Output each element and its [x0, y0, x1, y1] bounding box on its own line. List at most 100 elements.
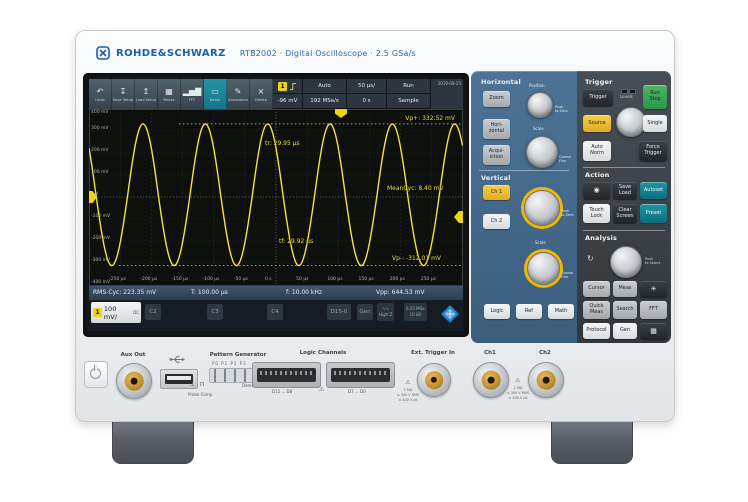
ch2-button[interactable]: Ch 2 [483, 214, 510, 229]
toolbar-save-setup-button[interactable]: ↧ Save Setup [112, 79, 135, 109]
quick-meas-button[interactable]: Quick Meas [583, 301, 610, 319]
power-button[interactable] [84, 361, 108, 388]
toolbar-demo-button[interactable]: ▭ Demo [204, 79, 227, 109]
logic-button[interactable]: Logic [484, 304, 510, 319]
intensity-button[interactable]: ☀ [640, 281, 667, 297]
time-tick-label: -250 µs [109, 277, 127, 282]
logic-connector-d15-d8 [252, 362, 321, 388]
rotate-select-icon: ↻ [587, 254, 594, 263]
toolbar-label: Annotation [228, 97, 248, 102]
trigger-slope-icon [290, 82, 296, 90]
memory-depth: 10 kB [409, 312, 422, 317]
horizontal-position-knob[interactable] [527, 92, 553, 118]
trigger-menu-button[interactable]: Trigger [583, 89, 613, 106]
trigger-source-button[interactable]: Source [583, 115, 611, 132]
acquisition-mode-cell[interactable]: Sample [387, 94, 431, 109]
ext-trigger-bnc [417, 363, 451, 397]
time-tick-label: -100 µs [202, 277, 220, 282]
toolbar-annotation-button[interactable]: ✎ Annotation [227, 79, 250, 109]
trigger-source-cell[interactable]: 1 [273, 79, 303, 94]
levels-knob-label: Levels [620, 94, 633, 99]
time-tick-label: 150 µs [358, 277, 374, 282]
measurement-rms-cyc: RMS-Cyc: 223.35 mV [93, 289, 157, 296]
save-load-button[interactable]: Save Load [613, 182, 637, 199]
logic-channels-label: Logic Channels [299, 350, 347, 356]
touch-lock-button[interactable]: Touch Lock [583, 204, 610, 223]
vertical-scale-knob[interactable] [527, 252, 560, 285]
time-tick-label: 100 µs [327, 277, 343, 282]
logic-channels-tab[interactable]: D15-0 [327, 304, 351, 320]
aux-out-label: Aux Out [120, 352, 146, 358]
math-button[interactable]: Math [548, 304, 574, 319]
preset-button[interactable]: Preset [640, 204, 667, 223]
horizontal-scale-label: Scale [533, 126, 544, 131]
warning-icon: ⚠ [515, 377, 521, 384]
section-divider [583, 167, 665, 168]
channel3-tab[interactable]: C3 [207, 304, 223, 320]
channel2-tab[interactable]: C2 [145, 304, 161, 320]
pattern-generator-label: Pattern Generator [209, 352, 267, 358]
ch2-label: Ch2 [539, 350, 551, 356]
force-trigger-button[interactable]: Force Trigger [639, 141, 667, 161]
toolbar-label: Undo [95, 97, 105, 102]
ch2-bnc [528, 362, 564, 398]
time-tick-label: 0 s [265, 277, 272, 282]
trigger-section-header: Trigger [585, 78, 613, 86]
toolbar-masks-button[interactable]: ▦ Masks [158, 79, 181, 109]
acquisition-state-cell[interactable]: Run [387, 79, 431, 94]
annotation-vp-plus: Vp+: 332.52 mV [405, 115, 455, 122]
autoset-button[interactable]: Autoset [640, 182, 667, 199]
coarse-fine-caption: Coarse Fine [559, 155, 572, 164]
voltage-tick-label: 300 mV [91, 126, 109, 131]
acquisition-button[interactable]: Acqui- sition [483, 145, 510, 165]
trigger-level-knob[interactable] [616, 107, 646, 137]
trigger-mode-cell[interactable]: Auto [303, 79, 347, 94]
acquisition-info-cell: 6.25 MSa 10 kB [404, 303, 427, 321]
fft-button[interactable]: FFT [640, 301, 667, 319]
trigger-level-cell[interactable]: -96 mV [273, 94, 303, 109]
auto-norm-button[interactable]: Auto Norm [583, 141, 611, 161]
demo-icon: ▭ [211, 86, 219, 96]
rohde-schwarz-screen-logo [441, 305, 459, 323]
meas-button[interactable]: Meas [613, 281, 637, 297]
toolbar-load-setup-button[interactable]: ↥ Load Setup [135, 79, 158, 109]
vertical-position-knob[interactable] [524, 190, 560, 226]
undo-icon: ↶ [96, 86, 104, 96]
oscilloscope-screen[interactable]: ↶ Undo ↧ Save Setup ↥ Load Setup ▦ Masks… [89, 79, 463, 331]
single-button[interactable]: Single [643, 115, 667, 132]
toolbar-delete-button[interactable]: × Delete [250, 79, 273, 109]
bnc-hole [130, 377, 138, 385]
generator-tab[interactable]: Gen [357, 304, 373, 320]
run-stop-button[interactable]: Run Stop [643, 85, 667, 109]
ref-button[interactable]: Ref [516, 304, 542, 319]
horizontal-button[interactable]: Hori- zontal [483, 119, 510, 139]
time-tick-label: -150 µs [171, 277, 189, 282]
channel4-tab[interactable]: C4 [267, 304, 283, 320]
toolbar-undo-button[interactable]: ↶ Undo [89, 79, 112, 109]
search-button[interactable]: Search [613, 301, 637, 319]
screenshot-camera-button[interactable]: ◉ [583, 182, 610, 199]
toolbar-fft-button[interactable]: ▂▅▇ FFT [181, 79, 204, 109]
timebase-cell[interactable]: 50 µs/ [347, 79, 387, 94]
masks-icon: ▦ [165, 86, 173, 96]
cursor-button[interactable]: Cursor [583, 281, 610, 297]
channel1-tab[interactable]: 1 100 mV/ DC [91, 302, 141, 323]
warning-icon: ⚠ [405, 379, 411, 386]
zoom-button[interactable]: Zoom [483, 91, 510, 107]
gen-button[interactable]: Gen [613, 323, 637, 339]
ch1-button[interactable]: Ch 1 [483, 185, 510, 200]
protocol-button[interactable]: Protocol [583, 323, 610, 339]
clear-screen-button[interactable]: Clear Screen [613, 204, 637, 223]
time-tick-label: 250 µs [420, 277, 437, 282]
analysis-navigation-knob[interactable] [610, 246, 642, 278]
horizontal-scale-knob[interactable] [526, 136, 558, 168]
brand-name: ROHDE&SCHWARZ [116, 47, 226, 59]
sample-rate-cell: 192 MSa/s [303, 94, 347, 109]
apps-button[interactable]: ▦ [640, 323, 667, 339]
time-tick-label: -200 µs [140, 277, 158, 282]
waveform-display[interactable]: 400 mV300 mV200 mV100 mV0 V-100 mV-200 m… [89, 109, 463, 286]
time-tick-label: -50 µs [233, 277, 248, 282]
horizontal-position-cell[interactable]: 0 s [347, 94, 387, 109]
device-stand-right [551, 416, 633, 464]
voltage-tick-label: 400 mV [91, 110, 109, 115]
